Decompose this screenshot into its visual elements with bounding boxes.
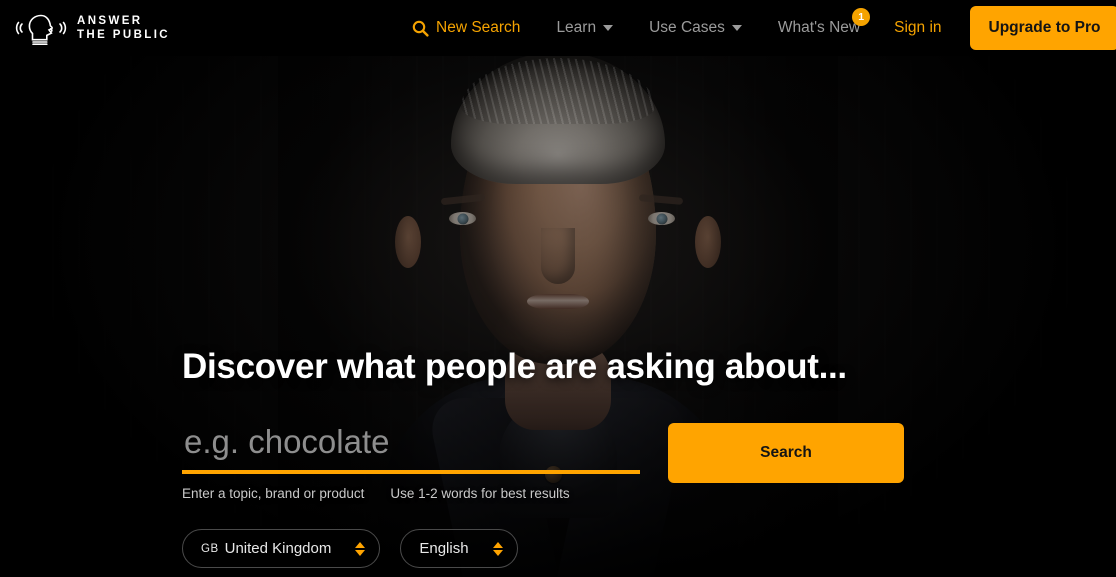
nav-label-whats-new: What's New: [777, 19, 861, 36]
search-hints: Enter a topic, brand or product Use 1-2 …: [182, 486, 640, 501]
nav-item-learn[interactable]: Learn: [538, 19, 631, 37]
search-input[interactable]: [182, 422, 640, 474]
brand-name-line1: ANSWER: [77, 15, 143, 27]
nav-item-whats-new[interactable]: What's New 1: [760, 8, 878, 37]
hint-word-count: Use 1-2 words for best results: [390, 485, 570, 501]
locale-selectors: GB United Kingdom English: [182, 529, 518, 568]
updown-arrows-icon: [355, 541, 366, 556]
hero-content: Discover what people are asking about...…: [182, 347, 1082, 501]
chevron-down-icon: [731, 25, 742, 31]
country-selector[interactable]: GB United Kingdom: [182, 529, 381, 568]
notification-badge: 1: [852, 8, 871, 26]
upgrade-to-pro-button[interactable]: Upgrade to Pro: [969, 6, 1116, 50]
sign-in-link[interactable]: Sign in: [878, 19, 957, 37]
page-headline: Discover what people are asking about...: [182, 347, 847, 386]
search-icon: [412, 20, 429, 37]
chevron-down-icon: [603, 25, 614, 31]
country-code: GB: [201, 542, 219, 555]
search-button[interactable]: Search: [668, 422, 904, 483]
answer-the-public-homepage: ANSWER THE PUBLIC New Search Learn Use Ca…: [0, 0, 1116, 577]
brand-name: ANSWER THE PUBLIC: [77, 14, 170, 42]
search-field: Enter a topic, brand or product Use 1-2 …: [182, 422, 640, 501]
updown-arrows-icon: [492, 541, 503, 556]
top-navigation-bar: ANSWER THE PUBLIC New Search Learn Use Ca…: [0, 0, 1116, 56]
nav-label-new-search: New Search: [436, 19, 521, 36]
country-label: United Kingdom: [224, 540, 332, 557]
nav-label-use-cases: Use Cases: [649, 19, 725, 36]
brand-logo[interactable]: ANSWER THE PUBLIC: [14, 11, 170, 45]
brand-name-line2: THE PUBLIC: [77, 29, 170, 41]
nav-label-learn: Learn: [556, 19, 597, 36]
search-row: Enter a topic, brand or product Use 1-2 …: [182, 422, 1082, 501]
nav-item-new-search[interactable]: New Search: [394, 19, 538, 37]
language-selector[interactable]: English: [400, 529, 518, 568]
nav-item-use-cases[interactable]: Use Cases: [631, 19, 760, 37]
nav-links: New Search Learn Use Cases What's New 1 …: [394, 6, 1116, 50]
language-label: English: [419, 540, 469, 557]
hint-topic: Enter a topic, brand or product: [182, 485, 365, 501]
speaking-head-icon: [15, 14, 67, 45]
